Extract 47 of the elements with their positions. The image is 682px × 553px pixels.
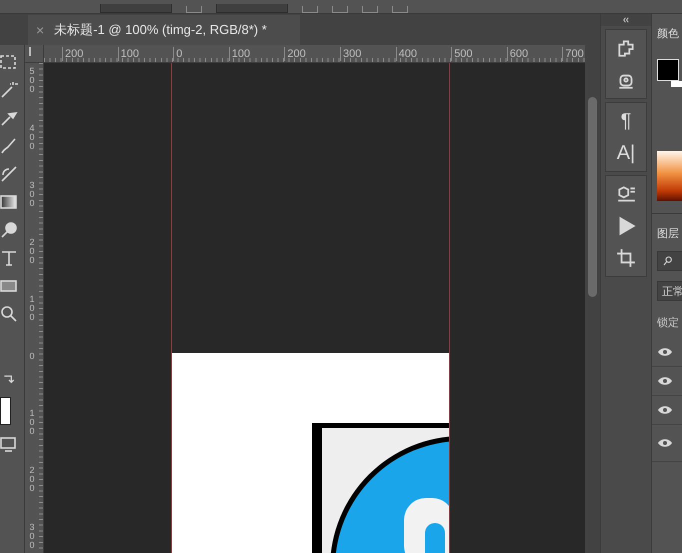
puzzle-piece-icon[interactable] — [616, 38, 636, 58]
scrollbar-thumb[interactable] — [588, 97, 597, 297]
ruler-label: 600 — [506, 47, 528, 61]
color-panel-title[interactable]: 颜色 — [657, 26, 682, 41]
foreground-color-swatch[interactable] — [0, 397, 11, 425]
ruler-label: 0 — [28, 352, 36, 361]
scrollbar[interactable] — [585, 45, 600, 553]
lock-label: 锁定 — [657, 316, 680, 330]
ruler-origin[interactable] — [25, 45, 44, 63]
marquee-icon[interactable] — [0, 53, 18, 71]
gradient-icon[interactable] — [0, 193, 18, 211]
ruler-label: 100 — [118, 47, 139, 61]
eye-icon[interactable] — [657, 405, 673, 415]
eye-icon[interactable] — [657, 347, 673, 357]
crop-icon[interactable] — [616, 248, 636, 268]
ruler-label: 500 — [451, 47, 473, 61]
eye-icon[interactable] — [657, 376, 673, 386]
ruler-label: 100 — [228, 47, 250, 61]
ruler-label: 400 — [396, 47, 417, 61]
document-title: 未标题-1 @ 100% (timg-2, RGB/8*) * — [54, 21, 267, 39]
ruler-label: 400 — [28, 124, 36, 151]
ruler-label: 0 — [173, 47, 182, 61]
ruler-label: 300 — [28, 523, 36, 550]
magic-wand-icon[interactable] — [0, 81, 18, 99]
eye-icon[interactable] — [657, 438, 673, 448]
close-button[interactable]: × — [36, 22, 44, 38]
ruler-label: 500 — [28, 67, 36, 94]
ruler-label: 200 — [284, 47, 306, 61]
ruler-label: 200 — [28, 466, 36, 493]
paragraph-panel-button[interactable]: ¶ — [620, 111, 632, 131]
zoom-icon[interactable] — [0, 305, 18, 323]
search-icon[interactable] — [662, 255, 674, 267]
screen-mode-icon[interactable] — [0, 435, 18, 453]
ruler-label: 300 — [340, 47, 362, 61]
color-spectrum[interactable] — [657, 151, 682, 201]
character-panel-button[interactable]: A| — [616, 143, 636, 163]
ruler-label: 100 — [28, 409, 36, 436]
ruler-label: 200 — [28, 238, 36, 265]
ruler-label: 100 — [28, 295, 36, 322]
layer-filter-field[interactable] — [657, 251, 682, 271]
document-tab[interactable]: × 未标题-1 @ 100% (timg-2, RGB/8*) * — [28, 15, 300, 45]
ruler-label: 200 — [62, 47, 84, 61]
type-tool-icon[interactable] — [0, 249, 18, 267]
ruler-label: 300 — [28, 181, 36, 208]
layers-panel-title[interactable]: 图层 — [657, 226, 682, 241]
ruler-label: 700 — [562, 47, 584, 61]
rectangle-icon[interactable] — [0, 277, 18, 295]
